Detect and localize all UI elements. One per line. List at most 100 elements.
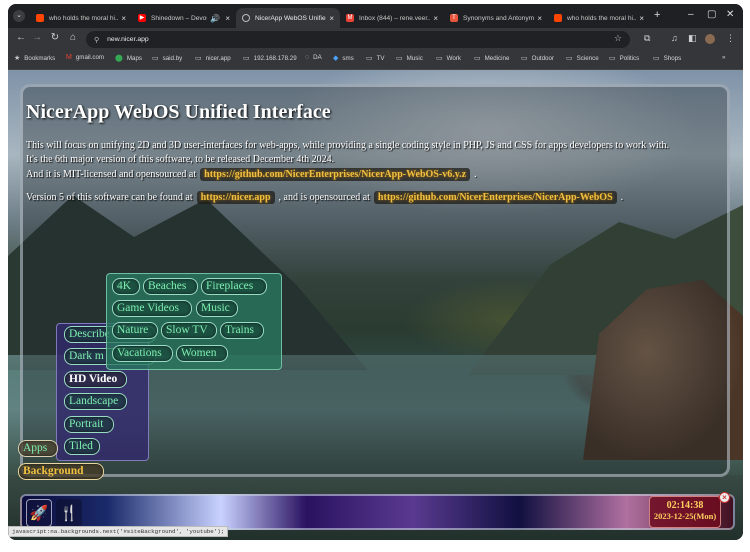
thesaurus-icon: T bbox=[450, 14, 458, 22]
menu-item-portrait[interactable]: Portrait bbox=[64, 416, 114, 433]
tab-nicerapp[interactable]: NicerApp WebOS Unifie... × bbox=[236, 8, 340, 28]
status-bar: javascript:na.backgrounds.next('#siteBac… bbox=[8, 526, 229, 537]
extensions-icon[interactable]: ⧉ bbox=[644, 33, 650, 44]
clock-time: 02:14:38 bbox=[666, 500, 704, 511]
new-tab-button[interactable]: + bbox=[654, 9, 660, 21]
tab-reddit-2[interactable]: who holds the moral hi... × bbox=[548, 8, 650, 28]
maps-icon: ⬤ bbox=[115, 55, 123, 62]
forward-icon[interactable]: → bbox=[30, 32, 44, 43]
browser-window: ⌄ who holds the moral hi... × ▶ Shinedown … bbox=[8, 4, 743, 540]
menu-item-women[interactable]: Women bbox=[176, 345, 228, 362]
menu-icon[interactable]: ⋮ bbox=[726, 33, 735, 44]
bookmark-item[interactable]: ▭ Music bbox=[396, 54, 423, 63]
globe-icon: ◌ bbox=[305, 54, 310, 61]
version5-text: Version 5 of this software can be found … bbox=[26, 192, 193, 203]
minimize-icon[interactable]: – bbox=[688, 9, 694, 20]
clock-close-icon[interactable]: × bbox=[719, 492, 730, 503]
intro-line-3: And it is MIT-licensed and opensourced a… bbox=[26, 168, 477, 181]
menu-item-fireplaces[interactable]: Fireplaces bbox=[201, 278, 267, 295]
window-close-icon[interactable]: ✕ bbox=[726, 9, 734, 20]
folder-icon: ▭ bbox=[566, 55, 573, 62]
tab-gmail[interactable]: M Inbox (844) – rene.veer... × bbox=[340, 8, 444, 28]
menu-item-vacations[interactable]: Vacations bbox=[112, 345, 173, 362]
intro-line-4: Version 5 of this software can be found … bbox=[26, 191, 623, 204]
menu-item-nature[interactable]: Nature bbox=[112, 322, 158, 339]
avatar[interactable] bbox=[705, 34, 715, 44]
tab-title: Shinedown – Devour bbox=[151, 14, 208, 22]
menu-item-apps[interactable]: Apps bbox=[18, 440, 58, 457]
tab-title: who holds the moral hi... bbox=[567, 14, 637, 22]
webpage: NicerApp WebOS Unified Interface This wi… bbox=[8, 70, 743, 540]
media-icon[interactable]: ♫ bbox=[671, 33, 678, 43]
bookmark-item[interactable]: ▭ Outdoor bbox=[521, 54, 554, 63]
bookmark-item[interactable]: ▭ Politics bbox=[609, 54, 639, 63]
github-v5-link[interactable]: https://github.com/NicerEnterprises/Nice… bbox=[373, 191, 617, 204]
tab-search-icon[interactable]: ⌄ bbox=[13, 10, 25, 22]
intro-line-1: This will focus on unifying 2D and 3D us… bbox=[26, 140, 670, 151]
url-text[interactable]: new.nicer.app bbox=[107, 36, 149, 43]
home-icon[interactable]: ⌂ bbox=[66, 32, 80, 43]
menu-item-background[interactable]: Background bbox=[18, 463, 104, 480]
bookmark-item[interactable]: ▭ Medicine bbox=[474, 54, 509, 63]
period: . bbox=[474, 169, 477, 180]
sidepanel-icon[interactable]: ◧ bbox=[688, 33, 697, 44]
menu-item-landscape[interactable]: Landscape bbox=[64, 393, 127, 410]
tab-thesaurus[interactable]: T Synonyms and Antonym... × bbox=[444, 8, 548, 28]
close-icon[interactable]: × bbox=[639, 14, 644, 23]
github-v6-link[interactable]: https://github.com/NicerEnterprises/Nice… bbox=[200, 168, 471, 181]
tools-icon[interactable]: 🍴 bbox=[56, 499, 82, 527]
close-icon[interactable]: × bbox=[433, 14, 438, 23]
reload-icon[interactable]: ↻ bbox=[48, 32, 62, 43]
gmail-icon: M bbox=[66, 54, 72, 61]
nicer-app-link[interactable]: https://nicer.app bbox=[196, 191, 275, 204]
rocket-icon[interactable]: 🚀 bbox=[26, 499, 52, 527]
star-icon: ★ bbox=[14, 55, 21, 62]
close-icon[interactable]: × bbox=[121, 14, 126, 23]
speaker-icon[interactable]: 🔊 bbox=[210, 14, 220, 23]
globe-icon bbox=[242, 14, 250, 22]
folder-icon: ▭ bbox=[521, 55, 528, 62]
folder-icon: ▭ bbox=[243, 55, 250, 62]
bookmark-item[interactable]: ▭ TV bbox=[366, 54, 385, 63]
bookmark-item[interactable]: ◌ DA bbox=[305, 54, 322, 61]
more-bookmarks-icon[interactable]: » bbox=[722, 54, 725, 61]
bookmark-item[interactable]: ▭ Shops bbox=[653, 54, 681, 63]
bookmark-item[interactable]: ▭ nicer.app bbox=[195, 54, 231, 63]
close-icon[interactable]: × bbox=[329, 14, 334, 23]
close-icon[interactable]: × bbox=[537, 14, 542, 23]
close-icon[interactable]: × bbox=[225, 14, 230, 23]
menu-item-tiled[interactable]: Tiled bbox=[64, 438, 100, 455]
tab-youtube[interactable]: ▶ Shinedown – Devour 🔊 × bbox=[132, 8, 236, 28]
folder-icon: ▭ bbox=[474, 55, 481, 62]
menu-item-4k[interactable]: 4K bbox=[112, 278, 140, 295]
folder-icon: ▭ bbox=[396, 55, 403, 62]
tab-title: NicerApp WebOS Unifie... bbox=[255, 14, 327, 22]
menu-item-hd-video[interactable]: HD Video bbox=[64, 371, 127, 388]
menu-item-music[interactable]: Music bbox=[196, 300, 238, 317]
bookmark-item[interactable]: ⬤ Maps bbox=[115, 54, 142, 63]
menu-item-trains[interactable]: Trains bbox=[220, 322, 264, 339]
bookmark-item[interactable]: ▭ 192.168.178.29 bbox=[243, 54, 297, 63]
folder-icon: ▭ bbox=[609, 55, 616, 62]
menu-item-game-videos[interactable]: Game Videos bbox=[112, 300, 192, 317]
menu-item-beaches[interactable]: Beaches bbox=[143, 278, 198, 295]
back-icon[interactable]: ← bbox=[14, 32, 28, 43]
tab-title: Synonyms and Antonym... bbox=[463, 14, 535, 22]
tab-reddit-1[interactable]: who holds the moral hi... × bbox=[30, 8, 132, 28]
menu-item-slow-tv[interactable]: Slow TV bbox=[161, 322, 217, 339]
intro-line-2: It's the 6th major version of this softw… bbox=[26, 154, 335, 165]
bookmark-star-icon[interactable]: ☆ bbox=[614, 33, 622, 44]
maximize-icon[interactable]: ▢ bbox=[707, 9, 716, 20]
bookmark-item[interactable]: ★ Bookmarks bbox=[14, 54, 55, 63]
bookmark-item[interactable]: ◆ sms bbox=[333, 54, 354, 63]
youtube-icon: ▶ bbox=[138, 14, 146, 22]
bookmark-item[interactable]: Mgmail.com bbox=[66, 54, 104, 61]
omnibox[interactable]: ⚲ new.nicer.app ☆ bbox=[86, 31, 630, 48]
address-bar-row: ← → ↻ ⌂ ⚲ new.nicer.app ☆ ⧉ ♫ ◧ ⋮ bbox=[8, 28, 743, 50]
site-info-icon[interactable]: ⚲ bbox=[94, 36, 99, 44]
bookmark-item[interactable]: ▭ Work bbox=[436, 54, 461, 63]
sms-icon: ◆ bbox=[333, 55, 339, 62]
bookmark-item[interactable]: ▭ said.by bbox=[152, 54, 182, 63]
gmail-icon: M bbox=[346, 14, 354, 22]
bookmark-item[interactable]: ▭ Science bbox=[566, 54, 599, 63]
